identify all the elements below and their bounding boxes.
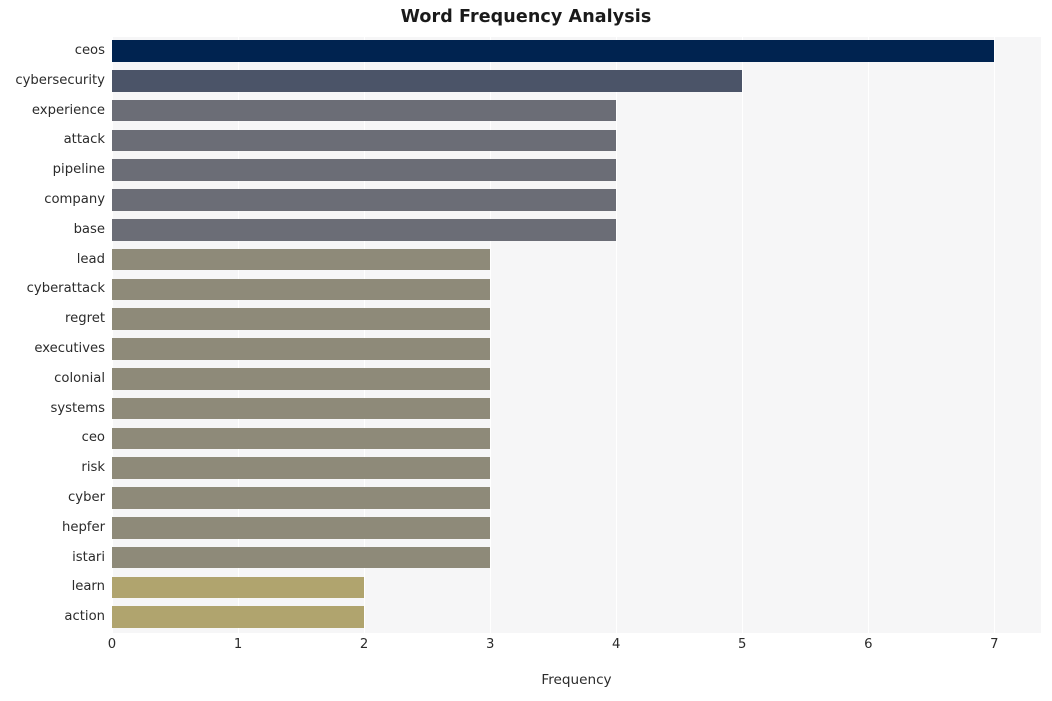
bar-row [112,37,1041,65]
x-tick-label-5: 5 [738,637,747,652]
bar-base[interactable] [112,218,617,241]
bar-row [112,365,1041,393]
bar-row [112,275,1041,303]
bar-risk[interactable] [112,457,491,480]
y-tick-label-action: action [64,609,105,625]
bar-row [112,395,1041,423]
y-axis-tick-labels: ceos cybersecurity experience attack pipelin… [0,37,112,633]
x-tick-label-4: 4 [612,637,621,652]
y-tick-label-learn: learn [71,579,105,595]
bar-cybersecurity[interactable] [112,69,743,92]
y-tick-label-regret: regret [64,311,105,327]
bar-istari[interactable] [112,546,491,569]
x-tick-label-2: 2 [359,637,369,652]
bars-container [112,37,1041,633]
x-tick-label-3: 3 [485,637,495,652]
bar-regret[interactable] [112,308,491,331]
x-tick-label-1: 1 [233,637,243,652]
y-tick-label-executives: executives [34,341,105,356]
bar-ceo[interactable] [112,427,491,450]
bar-row [112,484,1041,512]
bar-row [112,126,1041,154]
bar-cyberattack[interactable] [112,278,491,301]
word-frequency-chart-figure: Word Frequency Analysis ceos cybersecurit… [0,0,1052,701]
bar-action[interactable] [112,606,365,629]
bar-ceos[interactable] [112,40,995,62]
bar-lead[interactable] [112,248,491,271]
bar-experience[interactable] [112,99,617,122]
bar-hepfer[interactable] [112,516,491,539]
bar-row [112,186,1041,214]
x-tick-label-7: 7 [990,637,999,652]
bar-row [112,97,1041,125]
bar-row [112,216,1041,244]
y-tick-label-ceos: ceos [74,43,105,58]
y-tick-label-attack: attack [63,132,105,148]
bar-pipeline[interactable] [112,159,617,182]
bar-row [112,514,1041,542]
y-tick-label-lead: lead [76,251,105,267]
plot-area [112,37,1041,633]
bar-row [112,67,1041,95]
chart-title: Word Frequency Analysis [400,7,652,27]
y-tick-label-experience: experience [31,102,105,118]
y-tick-label-cyber: cyber [68,490,105,505]
bar-row [112,246,1041,274]
bar-executives[interactable] [112,338,491,360]
x-axis-title: Frequency [541,672,612,688]
bar-company[interactable] [112,189,617,211]
y-tick-label-istari: istari [72,549,105,565]
x-tick-label-0: 0 [107,637,117,652]
bar-colonial[interactable] [112,367,491,390]
bar-row [112,603,1041,631]
y-tick-label-pipeline: pipeline [52,162,105,178]
bar-attack[interactable] [112,129,617,152]
bar-systems[interactable] [112,397,491,420]
bar-row [112,335,1041,363]
y-tick-label-risk: risk [81,460,105,476]
y-tick-label-company: company [44,192,105,207]
y-tick-label-hepfer: hepfer [61,519,105,535]
bar-cyber[interactable] [112,487,491,509]
y-tick-label-cybersecurity: cybersecurity [15,72,105,88]
bar-learn[interactable] [112,576,365,599]
y-tick-label-colonial: colonial [54,370,105,386]
x-tick-label-6: 6 [864,637,873,652]
y-tick-label-systems: systems [50,400,105,416]
bar-row [112,156,1041,184]
bar-row [112,305,1041,333]
y-tick-label-ceo: ceo [81,430,105,446]
y-tick-label-base: base [73,221,105,237]
bar-row [112,454,1041,482]
bar-row [112,573,1041,601]
bar-row [112,544,1041,572]
y-tick-label-cyberattack: cyberattack [26,281,105,297]
x-axis-tick-labels: 0 1 2 3 4 5 6 7 [108,633,1041,659]
bar-row [112,424,1041,452]
